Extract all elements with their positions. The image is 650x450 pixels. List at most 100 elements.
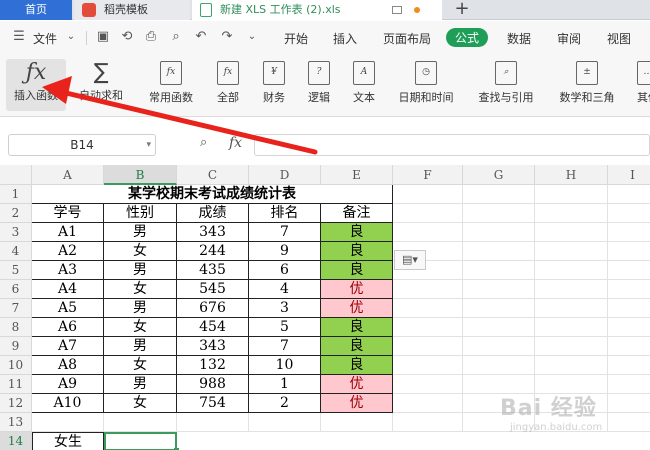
column-header-a[interactable]: A	[32, 165, 104, 185]
data-cell[interactable]: 132	[177, 356, 249, 375]
data-cell[interactable]: A7	[32, 337, 104, 356]
empty-cell[interactable]	[535, 356, 608, 375]
data-cell[interactable]: 343	[177, 337, 249, 356]
autosum-button[interactable]: ∑ 自动求和	[70, 59, 132, 111]
empty-cell[interactable]	[463, 356, 535, 375]
column-header-i[interactable]: I	[608, 165, 650, 185]
header-cell[interactable]: 学号	[32, 204, 104, 223]
row-header-12[interactable]: 12	[0, 394, 32, 413]
column-header-b[interactable]: B	[104, 165, 177, 185]
column-header-d[interactable]: D	[249, 165, 321, 185]
data-cell[interactable]: 7	[249, 223, 321, 242]
row-header-11[interactable]: 11	[0, 375, 32, 394]
paste-options-icon[interactable]: ▤▾	[394, 250, 426, 270]
data-cell[interactable]: A8	[32, 356, 104, 375]
empty-cell[interactable]	[535, 242, 608, 261]
row-header-7[interactable]: 7	[0, 299, 32, 318]
empty-cell[interactable]	[32, 413, 104, 432]
empty-cell[interactable]	[393, 356, 463, 375]
remark-cell[interactable]: 优	[321, 280, 393, 299]
empty-cell[interactable]	[393, 394, 463, 413]
data-cell[interactable]: 676	[177, 299, 249, 318]
data-cell[interactable]: 4	[249, 280, 321, 299]
data-cell[interactable]: 女	[104, 242, 177, 261]
remark-cell[interactable]: 良	[321, 261, 393, 280]
empty-cell[interactable]	[535, 185, 608, 204]
data-cell[interactable]: 343	[177, 223, 249, 242]
column-header-f[interactable]: F	[393, 165, 463, 185]
select-all-corner[interactable]	[0, 165, 32, 185]
empty-cell[interactable]	[104, 413, 177, 432]
data-cell[interactable]: A9	[32, 375, 104, 394]
data-cell[interactable]: 3	[249, 299, 321, 318]
row-header-14[interactable]: 14	[0, 432, 32, 450]
data-cell[interactable]: 女	[104, 356, 177, 375]
data-cell[interactable]: 1	[249, 375, 321, 394]
data-cell[interactable]: 754	[177, 394, 249, 413]
remark-cell[interactable]: 良	[321, 337, 393, 356]
empty-cell[interactable]	[608, 280, 650, 299]
column-header-h[interactable]: H	[535, 165, 608, 185]
empty-cell[interactable]	[608, 413, 650, 432]
data-cell[interactable]: 454	[177, 318, 249, 337]
row-header-10[interactable]: 10	[0, 356, 32, 375]
empty-cell[interactable]	[535, 337, 608, 356]
undo-icon[interactable]: ↶	[194, 30, 208, 44]
logical-button[interactable]: ? 逻辑	[299, 59, 339, 111]
empty-cell[interactable]	[608, 204, 650, 223]
data-cell[interactable]: 988	[177, 375, 249, 394]
window-icon[interactable]	[392, 6, 402, 14]
empty-cell[interactable]	[608, 242, 650, 261]
column-header-e[interactable]: E	[321, 165, 393, 185]
data-cell[interactable]: 10	[249, 356, 321, 375]
formula-input[interactable]	[254, 134, 650, 156]
row-header-2[interactable]: 2	[0, 204, 32, 223]
remark-cell[interactable]: 良	[321, 318, 393, 337]
empty-cell[interactable]	[608, 318, 650, 337]
row-header-8[interactable]: 8	[0, 318, 32, 337]
empty-cell[interactable]	[608, 356, 650, 375]
data-cell[interactable]: A3	[32, 261, 104, 280]
data-cell[interactable]: 女	[104, 318, 177, 337]
remark-cell[interactable]: 良	[321, 356, 393, 375]
row-header-13[interactable]: 13	[0, 413, 32, 432]
header-cell[interactable]: 成绩	[177, 204, 249, 223]
row-header-9[interactable]: 9	[0, 337, 32, 356]
print-preview-icon[interactable]: ⌕	[169, 30, 183, 44]
chevron-down-icon[interactable]: ▾	[146, 135, 151, 155]
empty-cell[interactable]	[393, 413, 463, 432]
print-icon[interactable]: ⎙	[144, 30, 158, 44]
empty-cell[interactable]	[393, 204, 463, 223]
name-box[interactable]: B14 ▾	[8, 134, 156, 156]
new-tab-button[interactable]: +	[450, 0, 474, 20]
menu-formulas[interactable]: 公式	[446, 28, 489, 47]
header-cell[interactable]: 备注	[321, 204, 393, 223]
empty-cell[interactable]	[608, 223, 650, 242]
empty-cell[interactable]	[393, 375, 463, 394]
common-functions-button[interactable]: fx 常用函数	[140, 59, 202, 111]
empty-cell[interactable]	[463, 223, 535, 242]
row-header-1[interactable]: 1	[0, 185, 32, 204]
save-icon[interactable]: ▣	[96, 30, 110, 44]
empty-cell[interactable]	[608, 299, 650, 318]
empty-cell[interactable]	[393, 318, 463, 337]
header-cell[interactable]: 性别	[104, 204, 177, 223]
data-cell[interactable]: A5	[32, 299, 104, 318]
empty-cell[interactable]	[608, 337, 650, 356]
row-header-3[interactable]: 3	[0, 223, 32, 242]
remark-cell[interactable]: 优	[321, 299, 393, 318]
empty-cell[interactable]	[463, 185, 535, 204]
empty-cell[interactable]	[608, 394, 650, 413]
math-trig-button[interactable]: ± 数学和三角	[552, 59, 622, 111]
data-cell[interactable]: 男	[104, 337, 177, 356]
column-header-c[interactable]: C	[177, 165, 249, 185]
empty-cell[interactable]	[249, 413, 321, 432]
data-cell[interactable]: 7	[249, 337, 321, 356]
empty-cell[interactable]	[535, 318, 608, 337]
active-cell-b14[interactable]	[104, 432, 177, 450]
lookup-reference-button[interactable]: ⌕ 查找与引用	[470, 59, 542, 111]
header-cell[interactable]: 排名	[249, 204, 321, 223]
chevron-down-icon[interactable]: ⌄	[64, 30, 78, 44]
menu-page-layout[interactable]: 页面布局	[383, 30, 431, 47]
menu-start[interactable]: 开始	[284, 30, 308, 47]
